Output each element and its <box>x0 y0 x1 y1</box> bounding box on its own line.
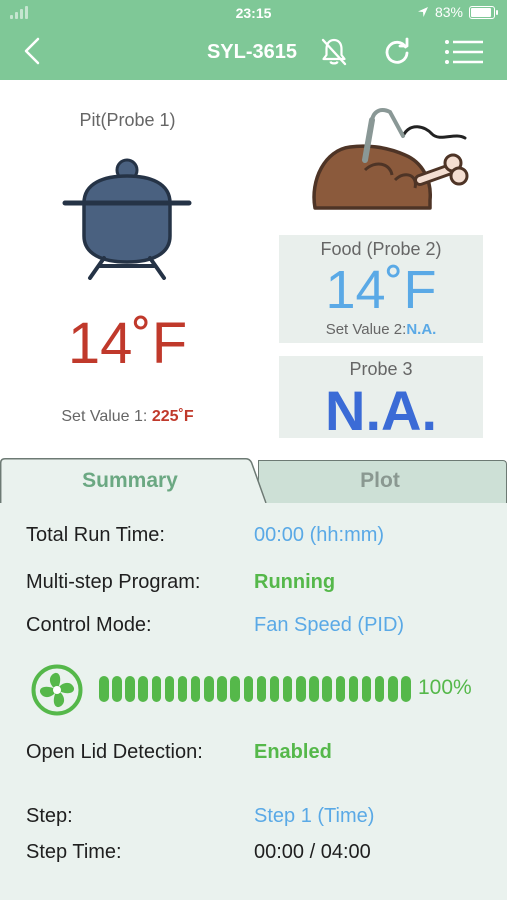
set-value-2: Set Value 2:N.A. <box>279 321 483 338</box>
app-header: 23:15 83% SYL-3615 <box>0 0 507 80</box>
fan-speed-segment <box>217 676 227 702</box>
control-mode-value[interactable]: Fan Speed (PID) <box>254 614 404 637</box>
fan-speed-segment <box>190 676 201 702</box>
fan-speed-segment <box>138 676 148 702</box>
set-value-1-label: Set Value 1: <box>61 408 148 425</box>
food-probe-panel[interactable]: Food (Probe 2) 14˚F Set Value 2:N.A. <box>279 235 483 343</box>
fan-speed-segment <box>348 676 359 702</box>
total-run-time-value: 00:00 (hh:mm) <box>254 524 385 546</box>
menu-list-icon[interactable] <box>444 36 484 68</box>
fan-speed-segment <box>374 676 385 702</box>
fan-speed-segment <box>230 676 240 702</box>
fan-speed-segment <box>112 676 122 702</box>
lid-detection-value[interactable]: Enabled <box>254 741 332 764</box>
fan-speed-segment <box>282 676 293 702</box>
food-probe-label: Food (Probe 2) <box>320 239 442 259</box>
fan-speed-segment <box>388 676 398 702</box>
fan-speed-segment <box>99 676 109 702</box>
status-right: 83% <box>417 4 498 20</box>
fan-speed-segment <box>401 676 411 702</box>
battery-percent: 83% <box>434 4 463 20</box>
lid-detection-label: Open Lid Detection: <box>26 741 203 763</box>
fan-speed-bar <box>99 676 411 702</box>
tab-bar: Summary Plot <box>0 455 507 505</box>
fan-speed-segment <box>322 676 332 702</box>
fan-speed-segment <box>164 676 175 702</box>
fan-speed-segment <box>361 676 372 702</box>
probe-3-panel[interactable]: Probe 3 N.A. <box>279 356 483 442</box>
step-label: Step: <box>26 805 73 827</box>
refresh-icon[interactable] <box>381 36 413 68</box>
fan-speed-segment <box>151 676 162 702</box>
grill-icon <box>62 158 192 280</box>
set-value-1[interactable]: Set Value 1: 225˚F <box>20 408 235 426</box>
fan-speed-segment <box>296 676 306 702</box>
step-value[interactable]: Step 1 (Time) <box>254 805 374 828</box>
fan-speed-segment <box>335 676 346 702</box>
device-title: SYL-3615 <box>206 41 298 63</box>
program-label: Multi-step Program: <box>26 571 201 593</box>
step-time-value: 00:00 / 04:00 <box>254 841 371 863</box>
fan-speed-segment <box>177 676 188 702</box>
fan-icon <box>31 664 83 716</box>
fan-speed-segment <box>204 676 214 702</box>
fan-speed-segment <box>243 676 254 702</box>
probe-3-label: Probe 3 <box>349 359 413 379</box>
tab-plot-label[interactable]: Plot <box>290 469 470 493</box>
fan-speed-percent: 100% <box>418 676 472 699</box>
fan-speed-segment <box>256 676 267 702</box>
chevron-left-icon[interactable] <box>18 36 48 66</box>
program-status[interactable]: Running <box>254 571 335 594</box>
fan-speed-segment <box>269 676 280 702</box>
fan-speed-segment <box>125 676 135 702</box>
pit-probe-label: Pit(Probe 1) <box>79 110 176 130</box>
bell-off-icon[interactable] <box>318 36 350 68</box>
set-value-1-value: 225˚F <box>151 408 194 425</box>
probe-3-value: N.A. <box>325 379 437 442</box>
control-mode-label: Control Mode: <box>26 614 152 636</box>
fan-speed-segment <box>309 676 319 702</box>
step-time-label: Step Time: <box>26 841 122 863</box>
pit-temperature: 14˚F <box>67 311 188 376</box>
set-value-2-label: Set Value 2: <box>325 321 407 338</box>
location-arrow-icon <box>417 7 428 17</box>
battery-icon <box>469 5 498 19</box>
set-value-2-value: N.A. <box>406 321 437 338</box>
tab-summary-label[interactable]: Summary <box>30 469 230 493</box>
food-temperature: 14˚F <box>325 260 437 320</box>
total-run-time-label: Total Run Time: <box>26 524 165 546</box>
turkey-icon <box>312 108 469 210</box>
